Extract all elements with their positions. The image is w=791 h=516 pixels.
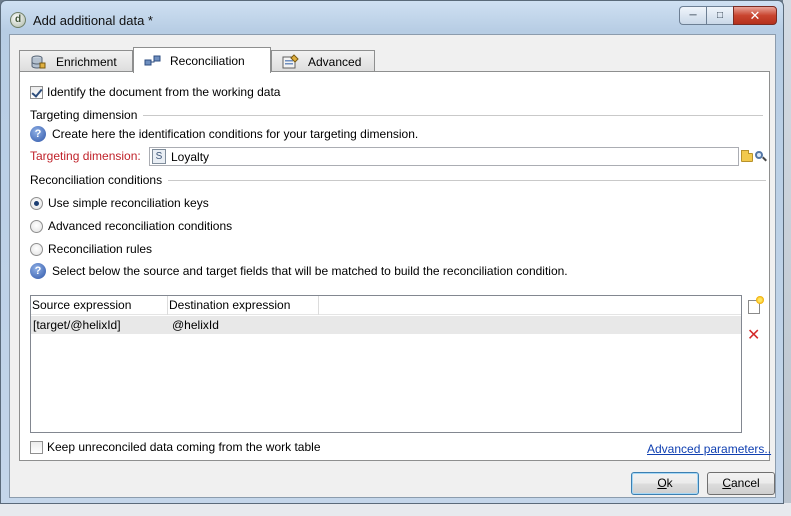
- identify-document-label: Identify the document from the working d…: [47, 85, 281, 99]
- background-window-edge: [783, 0, 791, 516]
- window-controls: ─ □ ✕: [679, 6, 777, 26]
- reconciliation-conditions-section: Reconciliation conditions: [30, 173, 767, 187]
- radio-simple-keys[interactable]: [30, 196, 43, 210]
- targeting-help-text: Create here the identification condition…: [52, 127, 419, 141]
- source-expression-cell[interactable]: [target/@helixId]: [31, 316, 169, 334]
- reconciliation-keys-grid[interactable]: Source expression Destination expression…: [30, 295, 742, 433]
- targeting-dimension-label-text: Targeting dimension:: [30, 149, 141, 163]
- help-icon: ?: [30, 263, 46, 279]
- option-label: Use simple reconciliation keys: [48, 196, 209, 210]
- dialog-window: d Add additional data * ─ □ ✕ Enrichment…: [0, 0, 784, 504]
- table-row[interactable]: [target/@helixId] @helixId: [31, 316, 741, 334]
- cancel-label-rest: ancel: [730, 476, 760, 490]
- targeting-dimension-heading: Targeting dimension: [30, 108, 138, 122]
- targeting-dimension-section: Targeting dimension: [30, 108, 764, 122]
- radio-advanced-conditions[interactable]: [30, 219, 43, 233]
- folder-icon[interactable]: [741, 150, 753, 162]
- grid-header: Source expression Destination expression: [31, 296, 741, 315]
- radio-reconciliation-rules[interactable]: [30, 242, 43, 256]
- conditions-help-text: Select below the source and target field…: [52, 264, 568, 278]
- option-reconciliation-rules[interactable]: Reconciliation rules: [30, 242, 152, 256]
- title-bar[interactable]: d Add additional data * ─ □ ✕: [1, 1, 783, 35]
- ok-label-rest: k: [666, 476, 673, 490]
- advanced-settings-icon: [282, 53, 300, 70]
- conditions-help-row: ? Select below the source and target fie…: [30, 263, 568, 279]
- cancel-button[interactable]: Cancel: [707, 472, 775, 495]
- section-divider: [168, 179, 767, 181]
- ok-button[interactable]: Ok: [631, 472, 699, 495]
- close-button[interactable]: ✕: [733, 6, 777, 25]
- tab-enrichment[interactable]: Enrichment: [19, 50, 133, 72]
- schema-icon: S: [152, 149, 166, 164]
- link-icon: [144, 53, 162, 69]
- option-simple-keys[interactable]: Use simple reconciliation keys: [30, 196, 209, 210]
- targeting-dimension-label: Targeting dimension:: [30, 149, 141, 163]
- tab-advanced[interactable]: Advanced: [271, 50, 375, 72]
- keep-unreconciled-label: Keep unreconciled data coming from the w…: [47, 440, 321, 454]
- background-window-edge-bottom: [0, 503, 791, 516]
- help-icon: ?: [30, 126, 46, 142]
- database-icon: [30, 54, 48, 70]
- targeting-dimension-field[interactable]: S Loyalty: [149, 147, 739, 166]
- section-divider: [143, 114, 764, 116]
- identify-document-row[interactable]: Identify the document from the working d…: [30, 85, 280, 99]
- destination-expression-cell[interactable]: @helixId: [169, 316, 320, 334]
- advanced-parameters-link[interactable]: Advanced parameters..: [647, 442, 771, 456]
- targeting-help-row: ? Create here the identification conditi…: [30, 126, 418, 142]
- option-advanced-conditions[interactable]: Advanced reconciliation conditions: [30, 219, 232, 233]
- tab-reconciliation[interactable]: Reconciliation: [133, 47, 271, 73]
- dialog-client-area: Enrichment Reconciliation Advanced Ident…: [9, 34, 776, 498]
- identify-document-checkbox[interactable]: [30, 85, 43, 99]
- search-icon[interactable]: [755, 151, 767, 163]
- column-header-destination[interactable]: Destination expression: [168, 296, 319, 315]
- option-label: Reconciliation rules: [48, 242, 153, 256]
- reconciliation-conditions-heading: Reconciliation conditions: [30, 173, 163, 187]
- tab-label: Reconciliation: [170, 53, 245, 68]
- tab-label: Enrichment: [56, 54, 117, 69]
- column-header-source[interactable]: Source expression: [31, 296, 168, 315]
- keep-unreconciled-row[interactable]: Keep unreconciled data coming from the w…: [30, 440, 321, 454]
- window-title: Add additional data *: [33, 13, 153, 28]
- reconciliation-panel: Identify the document from the working d…: [19, 71, 771, 461]
- minimize-button[interactable]: ─: [679, 6, 706, 25]
- ok-accelerator: O: [657, 476, 667, 490]
- add-row-icon[interactable]: [748, 296, 764, 314]
- keep-unreconciled-checkbox[interactable]: [30, 440, 43, 454]
- tab-label: Advanced: [308, 54, 362, 69]
- delete-row-icon[interactable]: ✕: [747, 328, 760, 344]
- maximize-button[interactable]: □: [706, 6, 733, 25]
- targeting-dimension-value: Loyalty: [171, 149, 210, 164]
- option-label: Advanced reconciliation conditions: [48, 219, 233, 233]
- cancel-accelerator: C: [722, 476, 731, 490]
- app-icon: d: [10, 12, 26, 28]
